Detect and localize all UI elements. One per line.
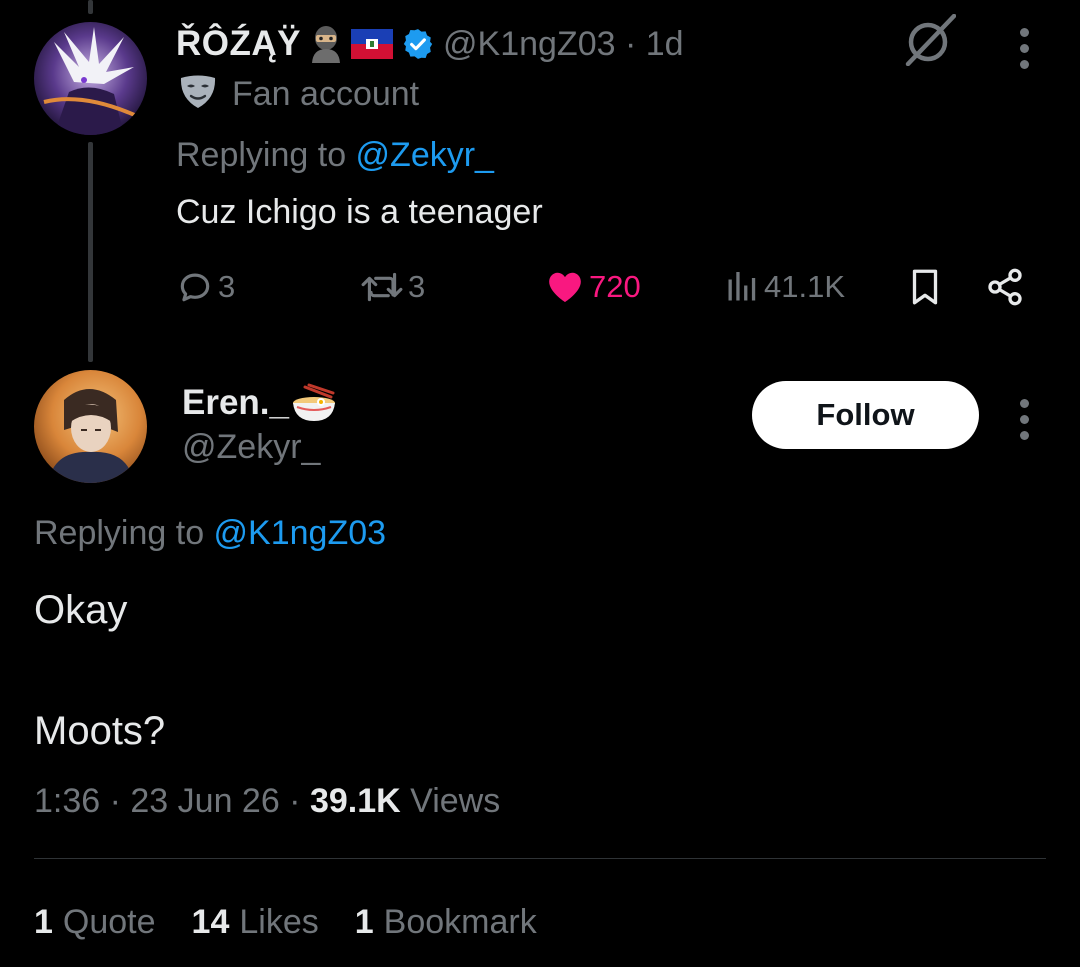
replying-to-prefix: Replying to bbox=[176, 136, 356, 174]
tweet-detail-page: ŘÔŹĄŸ @K1ngZ03 · 1d Fan account Replying… bbox=[0, 0, 1080, 967]
reply-handle[interactable]: @Zekyr_ bbox=[182, 428, 320, 467]
parent-handle-time[interactable]: @K1ngZ03 · 1d bbox=[443, 25, 684, 64]
replying-to-link[interactable]: @K1ngZ03 bbox=[214, 514, 387, 552]
quotes-stat[interactable]: 1 Quote bbox=[34, 903, 156, 942]
reply-more-icon[interactable] bbox=[1019, 399, 1029, 440]
tweet-timestamp[interactable]: 1:36 · 23 Jun 26 · bbox=[34, 782, 310, 820]
views-button[interactable]: 41.1K bbox=[724, 262, 845, 312]
follow-button[interactable]: Follow bbox=[752, 381, 979, 449]
reply-text-line-1: Okay bbox=[34, 588, 128, 632]
thread-line-top bbox=[88, 0, 93, 14]
reply-text-line-2: Moots? bbox=[34, 709, 166, 753]
share-button[interactable] bbox=[985, 262, 1025, 312]
views-count: 41.1K bbox=[764, 269, 846, 304]
parent-more-icon[interactable] bbox=[1019, 28, 1029, 69]
bookmark-button[interactable] bbox=[907, 262, 943, 312]
bookmarks-label: Bookmark bbox=[383, 903, 537, 941]
parent-display-name[interactable]: ŘÔŹĄŸ bbox=[176, 24, 301, 64]
tweet-timestamp-row: 1:36 · 23 Jun 26 · 39.1K Views bbox=[34, 782, 500, 821]
quotes-count: 1 bbox=[34, 903, 53, 941]
share-icon bbox=[988, 268, 1022, 306]
reply-button[interactable]: 3 bbox=[176, 262, 235, 312]
like-count: 720 bbox=[589, 269, 641, 304]
reply-display-name[interactable]: Eren._ bbox=[182, 383, 289, 423]
mask-icon bbox=[178, 74, 218, 115]
likes-count: 14 bbox=[191, 903, 230, 941]
thread-line bbox=[88, 142, 93, 362]
fan-account-row: Fan account bbox=[178, 74, 419, 115]
engagement-stats-row: 1 Quote 14 Likes 1 Bookmark bbox=[34, 903, 573, 942]
likes-stat[interactable]: 14 Likes bbox=[192, 903, 319, 942]
replying-to-link[interactable]: @Zekyr_ bbox=[356, 136, 494, 174]
parent-action-bar: 3 3 720 41.1K bbox=[0, 262, 1080, 312]
repost-button[interactable]: 3 bbox=[360, 262, 425, 312]
reply-replying-to: Replying to @K1ngZ03 bbox=[34, 514, 386, 553]
avatar-parent-user[interactable] bbox=[34, 22, 147, 135]
ramen-emoji-icon bbox=[291, 383, 337, 423]
repost-count: 3 bbox=[408, 269, 426, 304]
reply-name-row: Eren._ bbox=[182, 383, 337, 423]
quotes-label: Quote bbox=[62, 903, 156, 941]
heart-icon bbox=[549, 272, 581, 303]
likes-label: Likes bbox=[239, 903, 319, 941]
parent-replying-to: Replying to @Zekyr_ bbox=[176, 136, 494, 175]
fan-account-label: Fan account bbox=[232, 75, 420, 113]
parent-tweet-text: Cuz Ichigo is a teenager bbox=[176, 193, 543, 231]
views-icon bbox=[728, 272, 756, 301]
reply-icon bbox=[180, 273, 210, 302]
ninja-emoji-icon bbox=[309, 25, 343, 63]
repost-icon bbox=[361, 272, 403, 302]
haiti-flag-icon bbox=[351, 29, 393, 59]
bookmark-icon bbox=[912, 269, 938, 305]
views-label: Views bbox=[400, 782, 501, 820]
reply-count: 3 bbox=[218, 269, 236, 304]
like-button[interactable]: 720 bbox=[545, 262, 641, 312]
replying-to-prefix: Replying to bbox=[34, 514, 214, 552]
bookmarks-stat[interactable]: 1 Bookmark bbox=[355, 903, 537, 942]
divider bbox=[34, 858, 1046, 859]
views-total: 39.1K bbox=[309, 782, 401, 820]
grok-icon[interactable] bbox=[904, 13, 957, 71]
parent-name-row: ŘÔŹĄŸ @K1ngZ03 · 1d bbox=[176, 20, 684, 68]
verified-badge-icon bbox=[401, 27, 435, 61]
bookmarks-count: 1 bbox=[354, 903, 374, 941]
avatar-reply-user[interactable] bbox=[34, 370, 147, 483]
